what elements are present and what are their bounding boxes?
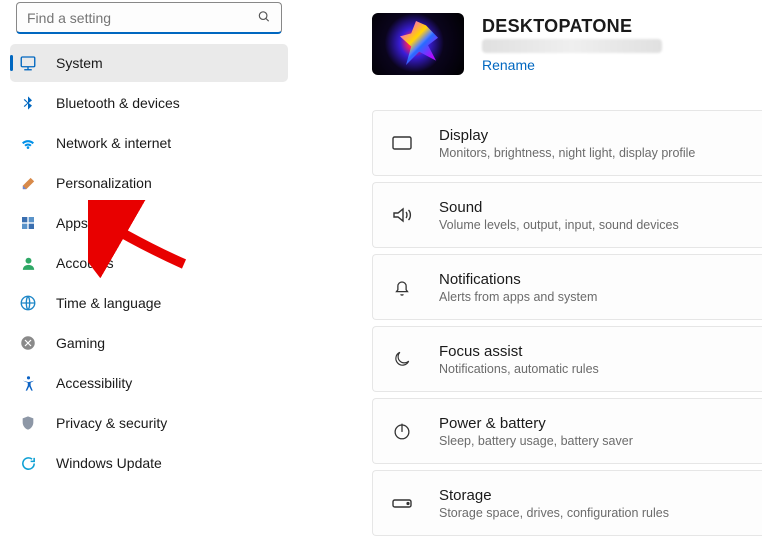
display-icon	[389, 130, 415, 156]
sidebar-item-network[interactable]: Network & internet	[10, 124, 288, 162]
card-storage[interactable]: Storage Storage space, drives, configura…	[372, 470, 762, 536]
card-power-battery[interactable]: Power & battery Sleep, battery usage, ba…	[372, 398, 762, 464]
person-icon	[18, 253, 38, 273]
accessibility-icon	[18, 373, 38, 393]
bell-icon	[389, 274, 415, 300]
settings-main: DESKTOPATONE Rename Display Monitors, br…	[300, 0, 762, 543]
search-icon	[257, 9, 271, 26]
sidebar-item-label: Accounts	[56, 255, 114, 271]
sidebar-item-privacy[interactable]: Privacy & security	[10, 404, 288, 442]
card-title: Sound	[439, 199, 679, 216]
moon-icon	[389, 346, 415, 372]
card-display[interactable]: Display Monitors, brightness, night ligh…	[372, 110, 762, 176]
rename-link[interactable]: Rename	[482, 57, 662, 73]
settings-sidebar: System Bluetooth & devices Network & int…	[0, 0, 300, 543]
shield-icon	[18, 413, 38, 433]
device-header: DESKTOPATONE Rename	[372, 2, 762, 86]
card-title: Display	[439, 127, 695, 144]
system-category-list: Display Monitors, brightness, night ligh…	[372, 110, 762, 536]
gaming-icon	[18, 333, 38, 353]
apps-icon	[18, 213, 38, 233]
sidebar-item-system[interactable]: System	[10, 44, 288, 82]
sidebar-item-label: Gaming	[56, 335, 105, 351]
sidebar-nav: System Bluetooth & devices Network & int…	[6, 44, 292, 482]
card-sound[interactable]: Sound Volume levels, output, input, soun…	[372, 182, 762, 248]
device-name: DESKTOPATONE	[482, 16, 662, 37]
sidebar-item-personalization[interactable]: Personalization	[10, 164, 288, 202]
search-box[interactable]	[16, 2, 282, 34]
sidebar-item-time-language[interactable]: Time & language	[10, 284, 288, 322]
card-desc: Alerts from apps and system	[439, 290, 597, 304]
sidebar-item-label: System	[56, 55, 103, 71]
system-icon	[18, 53, 38, 73]
device-info: DESKTOPATONE Rename	[482, 16, 662, 73]
device-subtitle-redacted	[482, 39, 662, 53]
sidebar-item-label: Apps	[56, 215, 88, 231]
sidebar-item-label: Privacy & security	[56, 415, 167, 431]
sidebar-item-bluetooth[interactable]: Bluetooth & devices	[10, 84, 288, 122]
power-icon	[389, 418, 415, 444]
card-title: Power & battery	[439, 415, 633, 432]
brush-icon	[18, 173, 38, 193]
sidebar-item-label: Bluetooth & devices	[56, 95, 180, 111]
sidebar-item-label: Network & internet	[56, 135, 171, 151]
card-title: Storage	[439, 487, 669, 504]
sidebar-item-label: Windows Update	[56, 455, 162, 471]
sidebar-item-label: Personalization	[56, 175, 152, 191]
sidebar-item-gaming[interactable]: Gaming	[10, 324, 288, 362]
sidebar-item-accounts[interactable]: Accounts	[10, 244, 288, 282]
card-desc: Notifications, automatic rules	[439, 362, 599, 376]
sidebar-item-accessibility[interactable]: Accessibility	[10, 364, 288, 402]
card-desc: Storage space, drives, configuration rul…	[439, 506, 669, 520]
sidebar-item-label: Accessibility	[56, 375, 132, 391]
sound-icon	[389, 202, 415, 228]
card-desc: Volume levels, output, input, sound devi…	[439, 218, 679, 232]
search-wrap	[6, 0, 292, 40]
card-desc: Sleep, battery usage, battery saver	[439, 434, 633, 448]
globe-clock-icon	[18, 293, 38, 313]
sidebar-item-apps[interactable]: Apps	[10, 204, 288, 242]
sidebar-item-label: Time & language	[56, 295, 161, 311]
storage-icon	[389, 490, 415, 516]
card-focus-assist[interactable]: Focus assist Notifications, automatic ru…	[372, 326, 762, 392]
card-desc: Monitors, brightness, night light, displ…	[439, 146, 695, 160]
card-notifications[interactable]: Notifications Alerts from apps and syste…	[372, 254, 762, 320]
sidebar-item-windows-update[interactable]: Windows Update	[10, 444, 288, 482]
search-input[interactable]	[27, 3, 247, 32]
device-wallpaper-thumb	[372, 13, 464, 75]
update-icon	[18, 453, 38, 473]
card-title: Notifications	[439, 271, 597, 288]
wifi-icon	[18, 133, 38, 153]
bluetooth-icon	[18, 93, 38, 113]
card-title: Focus assist	[439, 343, 599, 360]
